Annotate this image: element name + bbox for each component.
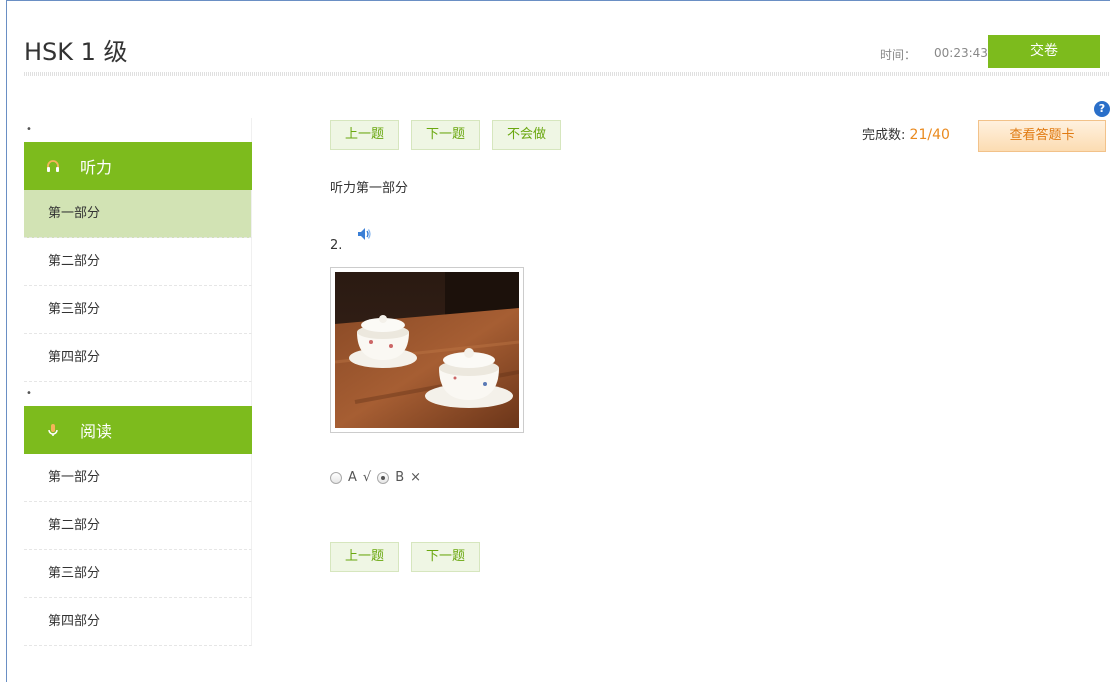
- sidebar-section-label: 听力: [80, 158, 113, 177]
- option-b-label: B: [395, 470, 405, 485]
- sidebar-section-label: 阅读: [80, 422, 113, 441]
- completion-label: 完成数:: [862, 128, 906, 143]
- help-icon[interactable]: ?: [1094, 101, 1110, 117]
- sidebar-item-reading-part-2[interactable]: 第二部分: [24, 502, 252, 550]
- next-question-button[interactable]: 下一题: [411, 120, 481, 150]
- sidebar-item-reading-part-1[interactable]: 第一部分: [24, 454, 252, 502]
- skip-question-button[interactable]: 不会做: [492, 120, 562, 150]
- sidebar-item-listening-part-2[interactable]: 第二部分: [24, 238, 252, 286]
- header-divider: [24, 72, 1110, 76]
- completion-count: 完成数: 21/40: [862, 124, 950, 143]
- option-a-mark: √: [362, 470, 372, 485]
- sidebar-item-reading-part-4[interactable]: 第四部分: [24, 598, 252, 646]
- question-image: [330, 267, 524, 433]
- question-nav-top: 上一题 下一题 不会做: [330, 120, 562, 150]
- submit-exam-button[interactable]: 交卷: [988, 35, 1100, 68]
- sidebar-section-listening[interactable]: 听力: [24, 142, 252, 190]
- next-question-button[interactable]: 下一题: [411, 542, 481, 572]
- sidebar-item-listening-part-3[interactable]: 第三部分: [24, 286, 252, 334]
- sidebar-section-reading[interactable]: 阅读: [24, 406, 252, 454]
- option-a-radio[interactable]: [330, 471, 342, 484]
- page-title: HSK 1 级: [24, 38, 128, 66]
- teacups-image: [334, 272, 520, 428]
- speaker-icon[interactable]: [356, 226, 372, 246]
- sidebar-item-listening-part-1[interactable]: 第一部分: [24, 190, 252, 238]
- question-number: 2.: [330, 238, 343, 253]
- timer-label: 时间：: [880, 48, 917, 62]
- sidebar: • 听力 第一部分 第二部分 第三部分 第四部分 • 阅读 第一部分 第二部分 …: [24, 118, 252, 646]
- sidebar-item-listening-part-4[interactable]: 第四部分: [24, 334, 252, 382]
- completion-done: 21: [909, 127, 928, 143]
- header: HSK 1 级 时间： 00:23:43: [10, 0, 1110, 80]
- view-answer-card-button[interactable]: 查看答题卡: [978, 120, 1106, 152]
- sidebar-item-reading-part-3[interactable]: 第三部分: [24, 550, 252, 598]
- prev-question-button[interactable]: 上一题: [330, 120, 400, 150]
- answer-options: A √ B ×: [330, 470, 421, 485]
- question-nav-bottom: 上一题 下一题: [330, 542, 481, 572]
- timer-value: 00:23:43: [934, 46, 988, 60]
- section-bullet: •: [24, 118, 252, 142]
- completion-total: 40: [932, 127, 950, 143]
- section-bullet: •: [24, 382, 252, 406]
- prev-question-button[interactable]: 上一题: [330, 542, 400, 572]
- headphones-icon: [44, 157, 62, 175]
- microphone-icon: [44, 421, 62, 439]
- question-section-label: 听力第一部分: [330, 181, 409, 196]
- option-b-radio[interactable]: [377, 471, 390, 484]
- option-a-label: A: [348, 470, 357, 485]
- option-b-mark: ×: [410, 470, 422, 485]
